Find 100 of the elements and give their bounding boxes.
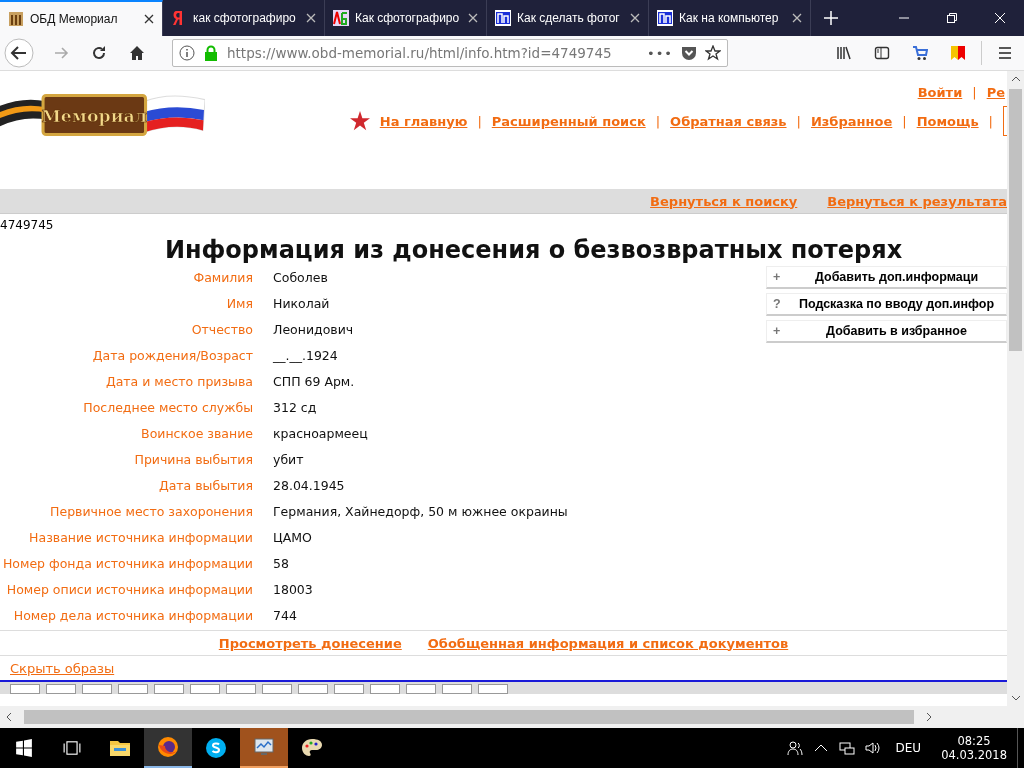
tab-title: Как сделать фотог [517,11,621,25]
tile-icon [657,10,673,26]
close-icon[interactable] [630,13,640,23]
field-label: Номер описи источника информации [5,581,253,597]
pocket-icon[interactable] [681,45,697,61]
columns-icon [8,11,24,27]
field-value: убит [273,451,305,467]
tab-title: Как сфотографиро [355,11,461,25]
sidebar-icon[interactable] [874,45,890,61]
star-icon[interactable] [705,45,721,61]
field-value: 58 [273,555,290,571]
people-icon[interactable] [786,740,803,756]
task-view-icon[interactable] [63,739,81,757]
library-icon[interactable] [836,45,852,61]
hide-images-link[interactable]: Скрыть образы [10,660,115,676]
back-icon[interactable] [4,38,34,68]
action-button[interactable]: + Добавить доп.информаци [766,266,1007,289]
field-label: Дата и место призыва [104,373,253,389]
cart-icon[interactable] [912,45,928,61]
field-value: ЦАМО [273,529,313,545]
account-link[interactable]: Войти [917,85,963,100]
bookmark-flag-icon[interactable] [950,45,966,61]
windows-start-icon[interactable] [15,739,33,757]
close-icon[interactable] [144,14,154,24]
nav-link[interactable]: Расширенный поиск [491,113,646,129]
home-icon[interactable] [129,45,145,61]
field-value: 744 [273,607,298,623]
separator: | [972,85,977,100]
scrollbar-thumb[interactable] [1009,89,1022,351]
network-icon[interactable] [838,740,855,756]
field-label: Имя [225,295,253,311]
page-actions-button[interactable]: ••• [647,45,673,61]
info-icon[interactable] [179,45,195,61]
nav-link[interactable]: Избранное [810,113,893,129]
star-icon [349,111,370,131]
field-label: Первичное место захоронения [49,503,253,519]
firefox-icon [156,735,180,759]
url-text: https://www.obd-memorial.ru/html/info.htm?id=4749745 [227,45,612,61]
browser-tab[interactable]: ОБД Мемориал [0,0,163,36]
scrollbar-thumb[interactable] [24,710,914,724]
separator: | [796,113,801,129]
action-button[interactable]: ? Подсказка по вводу доп.инфор [766,293,1007,316]
separator: | [988,113,993,129]
field-value: 18003 [273,581,314,597]
close-icon[interactable] [306,13,316,23]
field-value: СПП 69 Арм. [273,373,356,389]
nav-link[interactable]: Обратная связь [670,113,787,129]
nav-link[interactable]: Помощь [916,113,979,129]
field-value: Леонидович [273,321,355,337]
field-label: Номер дела источника информации [12,607,253,623]
action-button[interactable]: + Добавить в избранное [766,320,1007,343]
field-value: Николай [273,295,331,311]
tab-title: Как на компьютер [679,11,780,25]
field-value: __.__.1924 [273,347,339,363]
vertical-scrollbar[interactable] [1007,71,1024,706]
field-value: Соболев [273,269,329,285]
field-label: Дата выбытия [157,477,253,493]
clock-date: 04.03.2018 [941,748,1007,762]
field-label: Номер фонда источника информации [1,555,253,571]
clock-time: 08:25 [957,734,991,748]
separator: | [655,113,661,129]
separator: | [477,113,482,129]
letters-icon [333,10,349,26]
address-bar[interactable]: https://www.obd-memorial.ru/html/info.htm?id=4749745 ••• [172,39,728,67]
page-title: Информация из донесения о безвозвратных потерях [163,236,904,264]
nav-link[interactable]: На главную [379,113,468,129]
tab-title: ОБД Мемориал [30,12,119,26]
field-label: Отчество [190,321,253,337]
field-value: 312 сд [273,399,318,415]
new-tab-icon[interactable] [823,10,839,26]
field-label: Фамилия [192,269,253,285]
restore-icon[interactable] [946,12,958,24]
back-link[interactable]: Вернуться к результата [827,193,1007,209]
scroll-up-icon[interactable] [1010,76,1021,82]
account-link[interactable]: Ре [986,85,1005,100]
tile-icon [495,10,511,26]
scroll-left-icon[interactable] [6,712,12,722]
lock-icon [203,45,219,61]
scroll-down-icon[interactable] [1010,695,1021,701]
horizontal-scrollbar[interactable] [0,706,1024,728]
scroll-right-icon[interactable] [926,712,932,722]
field-value: красноармеец [273,425,369,441]
document-link[interactable]: Обобщенная информация и список документов [427,635,789,651]
close-icon[interactable] [468,13,478,23]
field-label: Название источника информации [28,529,253,545]
skype-icon [204,736,228,760]
close-icon[interactable] [792,13,802,23]
taskbar-app[interactable] [144,728,192,768]
field-label: Дата рождения/Возраст [91,347,253,363]
field-value: 28.04.1945 [273,477,346,493]
reload-icon[interactable] [91,45,107,61]
separator: | [902,113,907,129]
field-label: Последнее место службы [82,399,253,415]
field-value: Германия, Хайнедорф, 50 м южнее окраины [273,503,569,519]
menu-icon[interactable] [997,45,1013,61]
back-link[interactable]: Вернуться к поиску [650,193,798,209]
record-id: 4749745 [0,218,55,232]
document-link[interactable]: Просмотреть донесение [218,635,402,651]
volume-icon[interactable] [864,740,881,756]
input-language[interactable]: DEU [895,741,922,755]
